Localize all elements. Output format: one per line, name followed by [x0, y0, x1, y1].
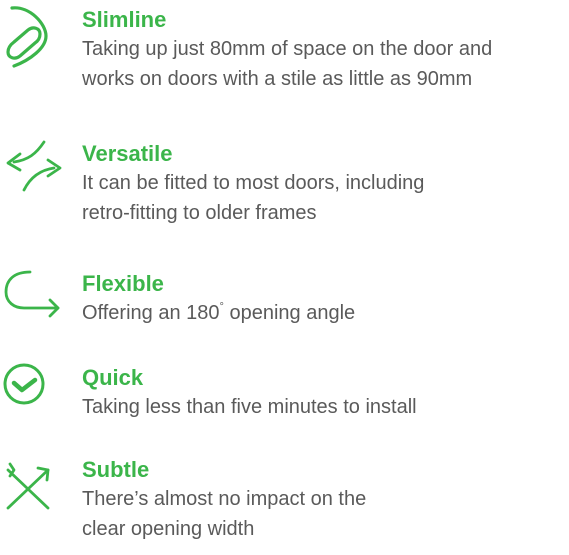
feature-title: Versatile	[82, 141, 173, 166]
swap-arrows-icon	[0, 134, 66, 200]
curved-arrow-icon	[0, 262, 66, 328]
feature-title: Flexible	[82, 271, 164, 296]
feature-text: Quick Taking less than five minutes to i…	[82, 364, 569, 422]
feature-text: Slimline Taking up just 80mm of space on…	[82, 6, 569, 94]
capsule-icon	[0, 2, 66, 68]
feature-description: There’s almost no impact on the clear op…	[82, 488, 367, 540]
feature-text: Versatile It can be fitted to most doors…	[82, 140, 569, 228]
description-text: opening angle	[223, 302, 356, 324]
check-circle-icon	[0, 356, 66, 422]
feature-text: Flexible Offering an 180° opening angle	[82, 270, 569, 328]
feature-description: Taking less than five minutes to install	[82, 396, 417, 418]
feature-description: Taking up just 80mm of space on the door…	[82, 38, 493, 90]
feature-title: Slimline	[82, 7, 167, 32]
feature-description: Offering an 180° opening angle	[82, 298, 569, 328]
feature-description: It can be fitted to most doors, includin…	[82, 172, 425, 224]
crossed-arrows-icon	[0, 450, 66, 516]
feature-text: Subtle There’s almost no impact on the c…	[82, 456, 569, 544]
description-text: Offering an 180	[82, 302, 220, 324]
feature-title: Quick	[82, 365, 144, 390]
feature-title: Subtle	[82, 457, 150, 482]
